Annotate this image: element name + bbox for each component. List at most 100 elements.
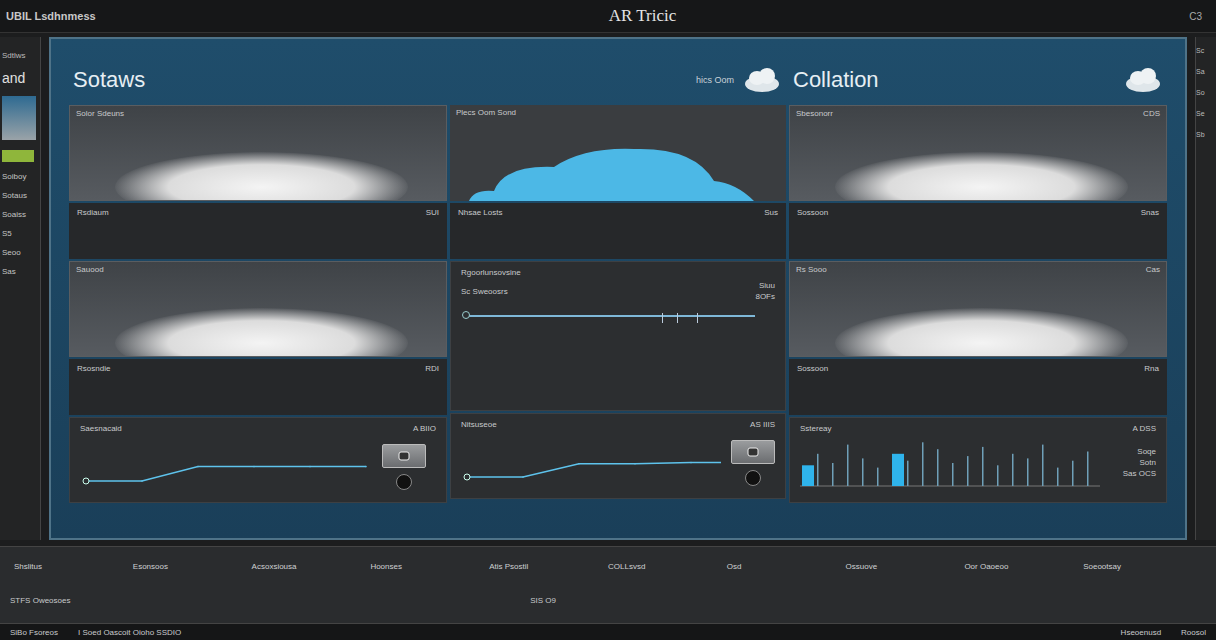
table-row[interactable]: STFS OweosoesSIS O9: [0, 585, 1216, 615]
caption-value: RDI: [425, 364, 439, 373]
chart-sublabel: Soqe: [1137, 447, 1156, 456]
caption-label: Rsosndie: [77, 364, 110, 373]
brand: UBIL Lsdhnmess: [6, 10, 96, 22]
sidebar-item[interactable]: S5: [0, 229, 40, 238]
caption-value: Sus: [764, 208, 778, 217]
table-column[interactable]: Atis Psostil: [489, 562, 608, 571]
chart-bar: [1042, 445, 1044, 486]
table-column[interactable]: Esonsoos: [133, 562, 252, 571]
app-window: UBIL Lsdhnmess AR Tricic C3 Sdtlws and Soiboy…: [0, 0, 1216, 640]
row-label: STFS Oweosoes: [10, 596, 70, 605]
slider-mark: [697, 313, 698, 323]
status-item[interactable]: Hseoenusd: [1121, 628, 1161, 637]
chart-bar: [922, 442, 924, 486]
photo-label: Solor Sdeuns: [76, 109, 124, 118]
panel-column: CollationSbesonorrCDSSossoonSnasRs SoooC…: [789, 57, 1167, 503]
toggle-icon: [398, 451, 410, 461]
table-column[interactable]: Oor Oaoeoo: [964, 562, 1083, 571]
strip-item[interactable]: Sc: [1196, 47, 1216, 54]
chart-bar: [1012, 454, 1014, 486]
column-title: hics Oom: [696, 75, 734, 85]
chart-value: A BIIO: [413, 424, 436, 433]
chart-bar: [892, 454, 904, 486]
chart-bar: [967, 456, 969, 486]
right-strip: Sc Sa So Se Sb: [1195, 37, 1216, 540]
caption-row: Nhsae LostsSus: [450, 203, 786, 259]
slider-knob[interactable]: [462, 311, 470, 319]
chart-bar: [982, 447, 984, 486]
photo-label: Sbesonorr: [796, 109, 833, 118]
chart-point: [522, 476, 524, 478]
caption-label: Rsdiaum: [77, 208, 109, 217]
caption-row: SossoonSnas: [789, 203, 1167, 259]
caption-row: Rsosndie RDI: [69, 359, 447, 415]
table-column[interactable]: Acsoxsiousa: [252, 562, 371, 571]
photo-card: Rs SoooCas: [789, 261, 1167, 357]
sidebar-item[interactable]: Soiboy: [0, 172, 40, 181]
chart-bar: [952, 463, 954, 486]
caption-value: Snas: [1141, 208, 1159, 217]
chart-point: [83, 478, 89, 484]
chart-value: A DSS: [1132, 424, 1156, 433]
slider-track[interactable]: [465, 315, 755, 317]
status-item[interactable]: Roosol: [1181, 628, 1206, 637]
line-chart: [80, 447, 372, 487]
chart-point: [309, 465, 311, 467]
chart-card: NitsuseoeAS IIIS: [450, 413, 786, 499]
illustration-label: Plecs Oom Sond: [456, 108, 516, 117]
chart-label: Saesnacaid: [80, 424, 122, 433]
sidebar: Sdtlws and Soiboy Sotaus Soaiss S5 Seoo Sas: [0, 37, 41, 540]
window-title: AR Tricic: [609, 6, 677, 26]
slider-mark: [677, 313, 678, 323]
table-column[interactable]: Ossuove: [846, 562, 965, 571]
sidebar-item[interactable]: Sotaus: [0, 191, 40, 200]
sidebar-swatch: [2, 150, 34, 162]
settings-icon[interactable]: [396, 474, 412, 490]
panel-column: hics OomPlecs Oom SondNhsae LostsSusRgoo…: [450, 57, 786, 503]
sidebar-caption: Sdtlws: [0, 51, 40, 60]
chart-button[interactable]: [731, 440, 775, 464]
sidebar-item[interactable]: Seoo: [0, 248, 40, 257]
column-title: Collation: [793, 67, 879, 93]
strip-item[interactable]: Sb: [1196, 131, 1216, 138]
table-column[interactable]: COLLsvsd: [608, 562, 727, 571]
table-column[interactable]: Osd: [727, 562, 846, 571]
chart-reading: Sotn: [1140, 458, 1156, 467]
chart-bar: [877, 468, 879, 486]
sidebar-thumbnail[interactable]: [2, 96, 36, 140]
caption-row: RsdiaumSUI: [69, 203, 447, 259]
sidebar-item[interactable]: Sas: [0, 267, 40, 276]
photo-block: [115, 308, 408, 357]
corner-label: C3: [1189, 11, 1202, 22]
photo-value: CDS: [1143, 109, 1160, 118]
sidebar-item[interactable]: Soaiss: [0, 210, 40, 219]
cloud-icon: [742, 66, 782, 94]
chart-bar: [847, 445, 849, 486]
sidebar-heading: and: [0, 70, 40, 86]
photo-block: [835, 308, 1128, 357]
strip-item[interactable]: So: [1196, 89, 1216, 96]
cloud-illustration-icon: [464, 141, 764, 201]
data-table: ShslitusEsonsoosAcsoxsiousaHoonsesAtis P…: [0, 546, 1216, 624]
chart-bar: [817, 454, 819, 486]
status-bar: SiBo FsoreosI Soed Oascoit Oioho SSDIOHs…: [0, 624, 1216, 640]
illustration-card: Plecs Oom Sond: [450, 105, 786, 201]
table-column[interactable]: Shslitus: [14, 562, 133, 571]
caption-label: Sossoon: [797, 364, 828, 373]
chart-bar: [997, 465, 999, 486]
photo-label: Rs Sooo: [796, 265, 827, 274]
settings-icon[interactable]: [745, 470, 761, 486]
table-column[interactable]: Soeootsay: [1083, 562, 1202, 571]
column-header: Collation: [789, 57, 1167, 103]
bar-chart: [800, 437, 1100, 487]
chart-button[interactable]: [382, 444, 426, 468]
table-column[interactable]: Hoonses: [370, 562, 489, 571]
chart-bar: [1027, 458, 1029, 486]
column-header: hics Oom: [450, 57, 786, 103]
chart-point: [578, 463, 580, 465]
chart-point: [365, 465, 367, 467]
chart-card: Saesnacaid A BIIO: [69, 417, 447, 503]
slider-reading: 8OFs: [755, 292, 775, 301]
strip-item[interactable]: Se: [1196, 110, 1216, 117]
strip-item[interactable]: Sa: [1196, 68, 1216, 75]
